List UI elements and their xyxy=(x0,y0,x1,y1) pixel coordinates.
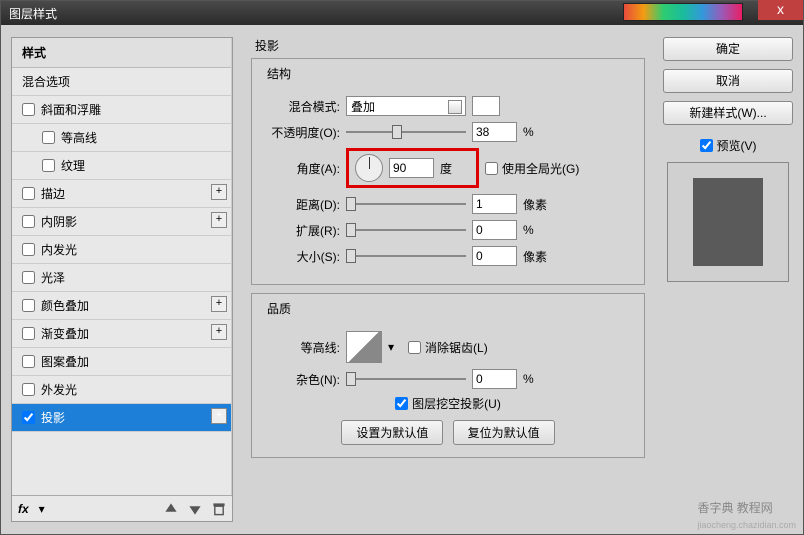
angle-field[interactable]: 90 xyxy=(389,158,434,178)
sidebar-footer: fx ▾ xyxy=(12,495,232,521)
add-gradient-overlay-button[interactable]: + xyxy=(211,324,227,340)
opacity-field[interactable]: 38 xyxy=(472,122,517,142)
contour-picker[interactable] xyxy=(346,331,382,363)
contour-dropdown-icon[interactable]: ▾ xyxy=(388,340,394,354)
size-label: 大小(S): xyxy=(262,248,340,265)
fx-icon[interactable]: fx xyxy=(18,502,29,516)
size-field[interactable]: 0 xyxy=(472,246,517,266)
sidebar-item-inner-shadow[interactable]: 内阴影+ xyxy=(12,208,231,236)
color-overlay-checkbox[interactable] xyxy=(22,299,35,312)
panel-title: 投影 xyxy=(255,37,645,54)
sidebar-item-pattern-overlay[interactable]: 图案叠加 xyxy=(12,348,231,376)
spread-field[interactable]: 0 xyxy=(472,220,517,240)
cancel-button[interactable]: 取消 xyxy=(663,69,793,93)
preview-label: 预览(V) xyxy=(717,137,757,154)
sidebar-blending-options[interactable]: 混合选项 xyxy=(12,68,231,96)
spread-label: 扩展(R): xyxy=(262,222,340,239)
noise-field[interactable]: 0 xyxy=(472,369,517,389)
settings-panel: 投影 结构 混合模式: 叠加 不透明度(O): 38 % 角度(A): xyxy=(243,37,653,522)
move-down-icon[interactable] xyxy=(188,502,202,516)
trash-icon[interactable] xyxy=(212,502,226,516)
opacity-unit: % xyxy=(523,125,553,139)
noise-slider[interactable] xyxy=(346,370,466,388)
size-slider[interactable] xyxy=(346,247,466,265)
structure-fieldset: 结构 混合模式: 叠加 不透明度(O): 38 % 角度(A): 90 xyxy=(251,58,645,285)
preview-checkbox[interactable] xyxy=(700,139,713,152)
sidebar-item-contour[interactable]: 等高线 xyxy=(12,124,231,152)
quality-title: 品质 xyxy=(264,300,294,317)
sidebar-item-stroke[interactable]: 描边+ xyxy=(12,180,231,208)
blend-mode-label: 混合模式: xyxy=(262,98,340,115)
distance-unit: 像素 xyxy=(523,196,553,213)
move-up-icon[interactable] xyxy=(164,502,178,516)
gradient-overlay-checkbox[interactable] xyxy=(22,327,35,340)
quality-fieldset: 品质 等高线: ▾ 消除锯齿(L) 杂色(N): 0 % 图层挖空投影(U) xyxy=(251,293,645,458)
global-light-checkbox[interactable] xyxy=(485,162,498,175)
angle-dial[interactable] xyxy=(355,154,383,182)
structure-title: 结构 xyxy=(264,65,294,82)
action-panel: 确定 取消 新建样式(W)... 预览(V) xyxy=(663,37,793,522)
sidebar-item-gradient-overlay[interactable]: 渐变叠加+ xyxy=(12,320,231,348)
sidebar-item-outer-glow[interactable]: 外发光 xyxy=(12,376,231,404)
spread-unit: % xyxy=(523,223,553,237)
pattern-overlay-checkbox[interactable] xyxy=(22,355,35,368)
styles-sidebar: 样式 混合选项 斜面和浮雕 等高线 纹理 描边+ 内阴影+ 内发光 光泽 颜色叠… xyxy=(11,37,233,522)
close-button[interactable]: x xyxy=(758,0,803,20)
new-style-button[interactable]: 新建样式(W)... xyxy=(663,101,793,125)
distance-field[interactable]: 1 xyxy=(472,194,517,214)
opacity-slider[interactable] xyxy=(346,123,466,141)
noise-label: 杂色(N): xyxy=(262,371,340,388)
reset-default-button[interactable]: 复位为默认值 xyxy=(453,420,555,445)
color-swatch[interactable] xyxy=(472,96,500,116)
angle-label: 角度(A): xyxy=(262,160,340,177)
sidebar-header: 样式 xyxy=(12,38,231,68)
size-unit: 像素 xyxy=(523,248,553,265)
add-stroke-button[interactable]: + xyxy=(211,184,227,200)
knockout-label: 图层挖空投影(U) xyxy=(412,395,501,412)
sidebar-item-drop-shadow[interactable]: 投影+ xyxy=(12,404,231,432)
inner-shadow-checkbox[interactable] xyxy=(22,215,35,228)
contour-checkbox[interactable] xyxy=(42,131,55,144)
angle-unit: 度 xyxy=(440,160,470,177)
inner-glow-checkbox[interactable] xyxy=(22,243,35,256)
make-default-button[interactable]: 设置为默认值 xyxy=(341,420,443,445)
preview-box xyxy=(667,162,789,282)
sidebar-item-satin[interactable]: 光泽 xyxy=(12,264,231,292)
add-drop-shadow-button[interactable]: + xyxy=(211,408,227,424)
satin-checkbox[interactable] xyxy=(22,271,35,284)
sidebar-item-color-overlay[interactable]: 颜色叠加+ xyxy=(12,292,231,320)
sidebar-item-bevel[interactable]: 斜面和浮雕 xyxy=(12,96,231,124)
antialias-label: 消除锯齿(L) xyxy=(425,339,488,356)
sidebar-item-texture[interactable]: 纹理 xyxy=(12,152,231,180)
outer-glow-checkbox[interactable] xyxy=(22,383,35,396)
antialias-checkbox[interactable] xyxy=(408,341,421,354)
chevron-down-icon[interactable]: ▾ xyxy=(39,502,45,516)
opacity-label: 不透明度(O): xyxy=(262,124,340,141)
distance-label: 距离(D): xyxy=(262,196,340,213)
watermark: 香字典 教程网 jiaocheng.chazidian.com xyxy=(697,499,796,531)
contour-label: 等高线: xyxy=(262,339,340,356)
drop-shadow-checkbox[interactable] xyxy=(22,411,35,424)
global-light-label: 使用全局光(G) xyxy=(502,160,579,177)
titlebar: 图层样式 x xyxy=(1,1,803,25)
spread-slider[interactable] xyxy=(346,221,466,239)
distance-slider[interactable] xyxy=(346,195,466,213)
angle-highlight: 90 度 xyxy=(346,148,479,188)
sidebar-item-inner-glow[interactable]: 内发光 xyxy=(12,236,231,264)
preview-swatch xyxy=(693,178,763,266)
noise-unit: % xyxy=(523,372,553,386)
add-color-overlay-button[interactable]: + xyxy=(211,296,227,312)
add-inner-shadow-button[interactable]: + xyxy=(211,212,227,228)
texture-checkbox[interactable] xyxy=(42,159,55,172)
blend-mode-select[interactable]: 叠加 xyxy=(346,96,466,116)
bevel-checkbox[interactable] xyxy=(22,103,35,116)
color-palette xyxy=(623,3,743,21)
ok-button[interactable]: 确定 xyxy=(663,37,793,61)
stroke-checkbox[interactable] xyxy=(22,187,35,200)
knockout-checkbox[interactable] xyxy=(395,397,408,410)
